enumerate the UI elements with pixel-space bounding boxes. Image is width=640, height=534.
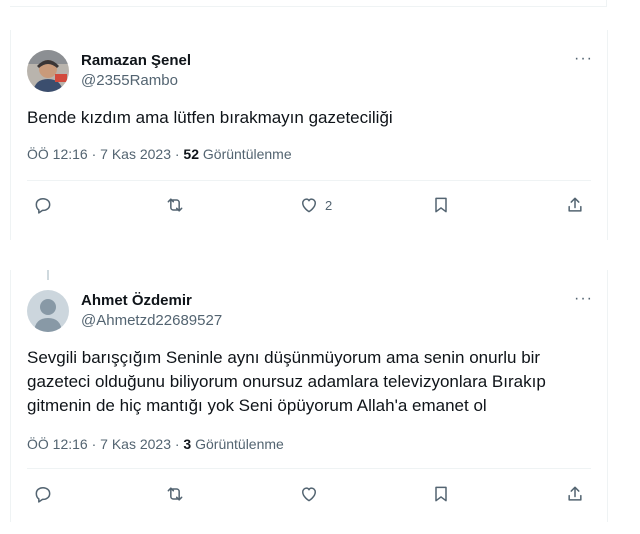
- view-count: 52: [183, 146, 199, 162]
- share-icon: [568, 486, 582, 501]
- reply-button[interactable]: [33, 478, 53, 510]
- avatar[interactable]: [27, 50, 69, 92]
- reply-icon: [35, 487, 51, 503]
- previous-tweet-edge: [10, 0, 607, 7]
- divider: [27, 468, 591, 469]
- like-button[interactable]: 2: [299, 189, 332, 221]
- more-icon[interactable]: ···: [574, 50, 593, 68]
- like-count: 2: [325, 197, 333, 213]
- tweet-text: Bende kızdım ama lütfen bırakmayın gazet…: [27, 108, 393, 127]
- bookmark-icon: [435, 486, 447, 502]
- tweet-meta: ÖÖ 12:16 · 7 Kas 2023 · 52 Görüntülenme: [27, 146, 292, 162]
- like-icon: [302, 198, 316, 213]
- views-label: Görüntülenme: [191, 436, 284, 452]
- display-name[interactable]: Ahmet Özdemir: [81, 292, 192, 309]
- more-icon[interactable]: ···: [574, 290, 593, 308]
- timestamp[interactable]: ÖÖ 12:16 · 7 Kas 2023 ·: [27, 436, 183, 452]
- bookmark-icon: [435, 197, 447, 213]
- timestamp[interactable]: ÖÖ 12:16 · 7 Kas 2023 ·: [27, 146, 183, 162]
- bookmark-button[interactable]: [431, 189, 451, 221]
- tweet-text: Sevgili barışçığım Seninle aynı düşünmüy…: [27, 348, 546, 415]
- like-icon: [302, 487, 316, 502]
- bookmark-button[interactable]: [431, 478, 451, 510]
- reply-button[interactable]: [33, 189, 53, 221]
- avatar[interactable]: [27, 290, 69, 332]
- share-button[interactable]: [565, 478, 585, 510]
- thread-line: [47, 270, 49, 280]
- user-handle[interactable]: @2355Rambo: [81, 72, 178, 89]
- display-name[interactable]: Ramazan Şenel: [81, 52, 191, 69]
- retweet-icon: [167, 487, 183, 501]
- like-button[interactable]: [299, 478, 325, 510]
- tweet-meta: ÖÖ 12:16 · 7 Kas 2023 · 3 Görüntülenme: [27, 436, 284, 452]
- tweet-actions: 2: [27, 189, 591, 221]
- user-handle[interactable]: @Ahmetzd22689527: [81, 312, 222, 329]
- retweet-button[interactable]: [165, 478, 185, 510]
- tweet-actions: [27, 478, 591, 510]
- share-button[interactable]: [565, 189, 585, 221]
- retweet-icon: [167, 198, 183, 212]
- retweet-button[interactable]: [165, 189, 185, 221]
- tweet[interactable]: Ramazan Şenel @2355Rambo ··· Bende kızdı…: [10, 30, 608, 240]
- views-label: Görüntülenme: [199, 146, 292, 162]
- reply-icon: [35, 198, 51, 214]
- divider: [27, 180, 591, 181]
- share-icon: [568, 197, 582, 212]
- tweet[interactable]: Ahmet Özdemir @Ahmetzd22689527 ··· Sevgi…: [10, 270, 608, 522]
